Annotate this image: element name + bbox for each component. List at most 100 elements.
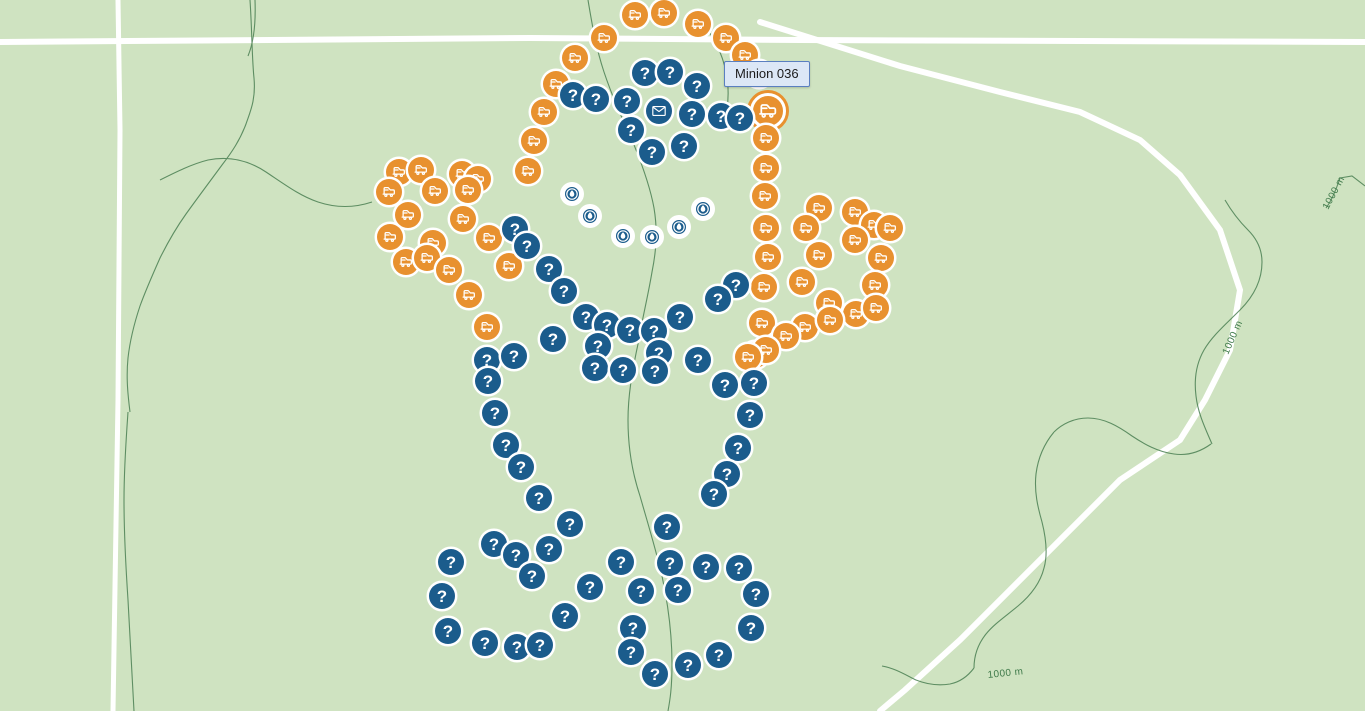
map-marker-vehicle-icon[interactable]	[753, 215, 779, 241]
map-marker-question-mark-icon[interactable]: ?	[552, 603, 578, 629]
map-marker-vehicle-icon[interactable]	[753, 125, 779, 151]
map-marker-question-mark-icon[interactable]: ?	[743, 581, 769, 607]
map-marker-vehicle-icon[interactable]	[747, 90, 789, 132]
map-marker-question-mark-icon[interactable]: ?	[536, 536, 562, 562]
map-marker-vehicle-icon[interactable]	[521, 128, 547, 154]
map-marker-question-mark-icon[interactable]: ?	[657, 550, 683, 576]
map-marker-vehicle-icon[interactable]	[622, 2, 648, 28]
map-marker-vehicle-icon[interactable]	[753, 155, 779, 181]
map-marker-vehicle-icon[interactable]	[793, 215, 819, 241]
map-marker-vehicle-icon[interactable]	[455, 177, 481, 203]
map-marker-question-mark-icon[interactable]: ?	[725, 435, 751, 461]
map-marker-vehicle-icon[interactable]	[746, 61, 772, 87]
map-marker-vehicle-icon[interactable]	[749, 310, 775, 336]
map-marker-question-mark-icon[interactable]: ?	[508, 454, 534, 480]
map-marker-vehicle-icon[interactable]	[755, 244, 781, 270]
map-marker-question-mark-icon[interactable]: ?	[684, 73, 710, 99]
map-marker-question-mark-icon[interactable]: ?	[712, 372, 738, 398]
map-marker-vehicle-icon[interactable]	[456, 282, 482, 308]
map-marker-question-mark-icon[interactable]: ?	[583, 86, 609, 112]
map-marker-question-mark-icon[interactable]: ?	[685, 347, 711, 373]
map-marker-question-mark-icon[interactable]: ?	[438, 549, 464, 575]
map-marker-question-mark-icon[interactable]: ?	[642, 358, 668, 384]
map-marker-question-mark-icon[interactable]: ?	[560, 82, 586, 108]
map-marker-vehicle-icon[interactable]	[376, 179, 402, 205]
map-marker-compass-icon[interactable]	[613, 226, 633, 246]
map-marker-vehicle-icon[interactable]	[863, 295, 889, 321]
map-marker-question-mark-icon[interactable]: ?	[701, 481, 727, 507]
map-marker-question-mark-icon[interactable]: ?	[577, 574, 603, 600]
map-marker-compass-icon[interactable]	[693, 199, 713, 219]
map-marker-compass-icon[interactable]	[642, 227, 662, 247]
map-marker-question-mark-icon[interactable]: ?	[620, 615, 646, 641]
map-marker-question-mark-icon[interactable]: ?	[671, 133, 697, 159]
map-marker-question-mark-icon[interactable]: ?	[665, 577, 691, 603]
map-marker-question-mark-icon[interactable]: ?	[726, 555, 752, 581]
map-marker-compass-icon[interactable]	[562, 184, 582, 204]
map-marker-vehicle-icon[interactable]	[842, 227, 868, 253]
map-marker-question-mark-icon[interactable]: ?	[628, 578, 654, 604]
map-marker-compass-icon[interactable]	[580, 206, 600, 226]
map-marker-question-mark-icon[interactable]: ?	[519, 563, 545, 589]
map-marker-question-mark-icon[interactable]: ?	[614, 88, 640, 114]
map-marker-question-mark-icon[interactable]: ?	[654, 514, 680, 540]
map-marker-vehicle-icon[interactable]	[751, 274, 777, 300]
map-marker-question-mark-icon[interactable]: ?	[727, 105, 753, 131]
map-marker-question-mark-icon[interactable]: ?	[617, 317, 643, 343]
map-marker-question-mark-icon[interactable]: ?	[582, 355, 608, 381]
map-marker-question-mark-icon[interactable]: ?	[741, 370, 767, 396]
map-marker-question-mark-icon[interactable]: ?	[737, 402, 763, 428]
map-marker-vehicle-icon[interactable]	[377, 224, 403, 250]
map-marker-envelope-icon[interactable]	[646, 98, 672, 124]
map-marker-question-mark-icon[interactable]: ?	[557, 511, 583, 537]
map-marker-question-mark-icon[interactable]: ?	[504, 634, 530, 660]
map-marker-question-mark-icon[interactable]: ?	[618, 117, 644, 143]
map-marker-vehicle-icon[interactable]	[496, 253, 522, 279]
map-marker-vehicle-icon[interactable]	[531, 99, 557, 125]
map-marker-question-mark-icon[interactable]: ?	[514, 233, 540, 259]
map-marker-compass-icon[interactable]	[669, 217, 689, 237]
map-marker-question-mark-icon[interactable]: ?	[608, 549, 634, 575]
map-marker-vehicle-icon[interactable]	[685, 11, 711, 37]
map-marker-question-mark-icon[interactable]: ?	[639, 139, 665, 165]
map-canvas[interactable]: 1000 m 1000 m 1000 m ???????????????????…	[0, 0, 1365, 711]
map-marker-vehicle-icon[interactable]	[591, 25, 617, 51]
map-marker-vehicle-icon[interactable]	[817, 307, 843, 333]
map-marker-question-mark-icon[interactable]: ?	[435, 618, 461, 644]
map-marker-vehicle-icon[interactable]	[476, 225, 502, 251]
map-marker-vehicle-icon[interactable]	[450, 206, 476, 232]
map-marker-vehicle-icon[interactable]	[395, 202, 421, 228]
map-marker-vehicle-icon[interactable]	[868, 245, 894, 271]
map-marker-question-mark-icon[interactable]: ?	[618, 639, 644, 665]
map-marker-vehicle-icon[interactable]	[877, 215, 903, 241]
map-marker-question-mark-icon[interactable]: ?	[501, 343, 527, 369]
map-marker-question-mark-icon[interactable]: ?	[526, 485, 552, 511]
map-marker-question-mark-icon[interactable]: ?	[705, 286, 731, 312]
map-marker-question-mark-icon[interactable]: ?	[738, 615, 764, 641]
map-marker-question-mark-icon[interactable]: ?	[693, 554, 719, 580]
map-marker-question-mark-icon[interactable]: ?	[632, 60, 658, 86]
map-marker-vehicle-icon[interactable]	[436, 257, 462, 283]
map-marker-question-mark-icon[interactable]: ?	[642, 661, 668, 687]
map-marker-vehicle-icon[interactable]	[422, 178, 448, 204]
map-marker-question-mark-icon[interactable]: ?	[540, 326, 566, 352]
map-marker-question-mark-icon[interactable]: ?	[610, 357, 636, 383]
map-marker-question-mark-icon[interactable]: ?	[657, 59, 683, 85]
map-marker-question-mark-icon[interactable]: ?	[706, 642, 732, 668]
map-marker-vehicle-icon[interactable]	[806, 242, 832, 268]
map-marker-vehicle-icon[interactable]	[515, 158, 541, 184]
map-marker-vehicle-icon[interactable]	[735, 344, 761, 370]
map-marker-vehicle-icon[interactable]	[789, 269, 815, 295]
map-marker-vehicle-icon[interactable]	[562, 45, 588, 71]
map-marker-question-mark-icon[interactable]: ?	[482, 400, 508, 426]
map-marker-question-mark-icon[interactable]: ?	[667, 304, 693, 330]
map-marker-question-mark-icon[interactable]: ?	[675, 652, 701, 678]
map-marker-question-mark-icon[interactable]: ?	[551, 278, 577, 304]
map-marker-vehicle-icon[interactable]	[752, 183, 778, 209]
map-marker-vehicle-icon[interactable]	[474, 314, 500, 340]
map-marker-vehicle-icon[interactable]	[651, 0, 677, 26]
map-marker-question-mark-icon[interactable]: ?	[527, 632, 553, 658]
map-marker-question-mark-icon[interactable]: ?	[475, 368, 501, 394]
map-marker-question-mark-icon[interactable]: ?	[429, 583, 455, 609]
map-marker-question-mark-icon[interactable]: ?	[679, 101, 705, 127]
